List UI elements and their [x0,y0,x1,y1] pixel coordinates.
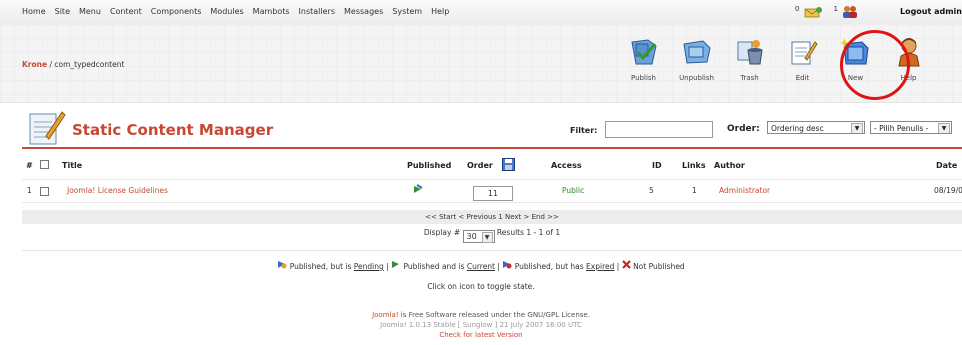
check-version-link[interactable]: Check for latest Version [439,331,522,339]
check-version-line: Check for latest Version [0,330,962,340]
row-links: 1 [692,186,697,195]
pending-prefix: Published, but is [289,262,354,271]
col-title[interactable]: Title [62,161,82,170]
order-select[interactable]: Ordering desc ▼ [767,121,865,134]
author-select-value: - Pilih Penulis - [874,124,929,133]
not-published-icon [621,260,631,269]
license-line: Joomla! is Free Software released under … [0,310,962,320]
menu-mambots[interactable]: Mambots [253,7,290,16]
static-content-icon [29,111,66,145]
select-all-checkbox[interactable] [40,160,49,169]
users-count: 1 [833,4,838,13]
unpublish-icon [682,40,711,64]
order-select-value: Ordering desc [771,124,824,133]
table-header: # Title Published Order Access ID Links … [22,155,962,175]
toggle-hint: Click on icon to toggle state. [427,282,535,291]
filter-label: Filter: [570,126,598,135]
menu-system[interactable]: System [392,7,422,16]
display-limit-select[interactable]: 30 ▼ [462,230,495,243]
new-button-highlight-circle [840,30,910,100]
trash-label: Trash [740,74,759,82]
published-current-icon [392,261,400,268]
author-select[interactable]: - Pilih Penulis - ▼ [870,121,952,134]
pagination[interactable]: << Start < Previous 1 Next > End >> [22,210,962,224]
chevron-down-icon: ▼ [938,123,950,133]
col-published[interactable]: Published [407,161,451,170]
menu-installers[interactable]: Installers [299,7,335,16]
published-pending-icon [278,261,287,269]
current-text: Current [466,262,495,271]
menu-content[interactable]: Content [110,7,142,16]
pending-text: Pending [353,262,384,271]
publish-label: Publish [631,74,656,82]
main-menu: Home Site Menu Content Components Module… [22,7,449,16]
menu-modules[interactable]: Modules [210,7,243,16]
col-num: # [26,161,33,170]
display-limit-value: 30 [466,232,477,241]
row-id: 5 [649,186,654,195]
table-row: 1 Joomla! License Guidelines 11 Public 5… [22,179,962,203]
current-prefix: Published and is [403,262,467,271]
row-order-input[interactable]: 11 [473,186,513,201]
expired-text: Expired [586,262,615,271]
top-menu-bar: Home Site Menu Content Components Module… [0,0,962,25]
status-legend: Published, but is Pending | Published an… [0,260,962,271]
unpublish-label: Unpublish [679,74,714,82]
edit-button[interactable]: Edit [779,30,826,90]
col-order[interactable]: Order [467,161,493,170]
menu-home[interactable]: Home [22,7,46,16]
col-id[interactable]: ID [652,161,662,170]
row-date: 08/19/04 [934,186,962,195]
messages-count: 0 [795,4,800,13]
unpublish-button[interactable]: Unpublish [673,30,720,90]
page-title: Static Content Manager [72,121,274,139]
status-area: 0 1 Logout admin [795,5,962,18]
published-current-icon[interactable] [412,184,423,195]
chevron-down-icon: ▼ [481,232,493,243]
chevron-down-icon: ▼ [851,123,863,133]
row-access-link[interactable]: Public [562,186,584,195]
breadcrumb-path: / com_typedcontent [47,60,125,69]
row-author-link[interactable]: Administrator [719,186,770,195]
footer: Joomla! is Free Software released under … [0,310,962,340]
menu-components[interactable]: Components [151,7,202,16]
publish-icon [630,39,657,65]
expired-prefix: Published, but has [514,262,587,271]
row-checkbox[interactable] [40,187,49,196]
menu-site[interactable]: Site [55,7,70,16]
breadcrumb-site[interactable]: Krone [22,60,47,69]
menu-menu[interactable]: Menu [79,7,101,16]
users-online-icon[interactable] [842,5,858,18]
publish-button[interactable]: Publish [620,30,667,90]
order-label: Order: [727,124,760,134]
save-order-icon[interactable] [502,158,515,171]
row-title-link[interactable]: Joomla! License Guidelines [67,186,168,195]
license-text: is Free Software released under the GNU/… [398,311,590,319]
row-num: 1 [27,186,32,195]
display-label: Display # [423,228,461,237]
trash-icon [737,40,763,65]
breadcrumb: Krone / com_typedcontent [22,60,124,69]
col-access[interactable]: Access [551,161,582,170]
joomla-link[interactable]: Joomla! [372,311,399,319]
logout-link[interactable]: Logout admin [900,7,962,16]
edit-label: Edit [795,74,810,82]
edit-icon [791,41,818,65]
col-date[interactable]: Date [936,161,957,170]
trash-button[interactable]: Trash [726,30,773,90]
messages-icon[interactable] [804,6,822,18]
filter-input[interactable] [605,121,713,138]
results-count: Results 1 - 1 of 1 [496,228,561,237]
header-band: Krone / com_typedcontent Publish Unpubli… [0,24,962,103]
col-links: Links [682,161,706,170]
menu-messages[interactable]: Messages [344,7,383,16]
not-published-text: Not Published [633,262,685,271]
published-expired-icon [503,261,512,269]
col-author[interactable]: Author [714,161,745,170]
table-top-border [22,147,962,149]
display-limit-bar: Display # 30 ▼ Results 1 - 1 of 1 [22,226,962,251]
menu-help[interactable]: Help [431,7,449,16]
version-line: Joomla! 1.0.13 Stable [ Sunglow ] 21 Jul… [380,321,582,329]
